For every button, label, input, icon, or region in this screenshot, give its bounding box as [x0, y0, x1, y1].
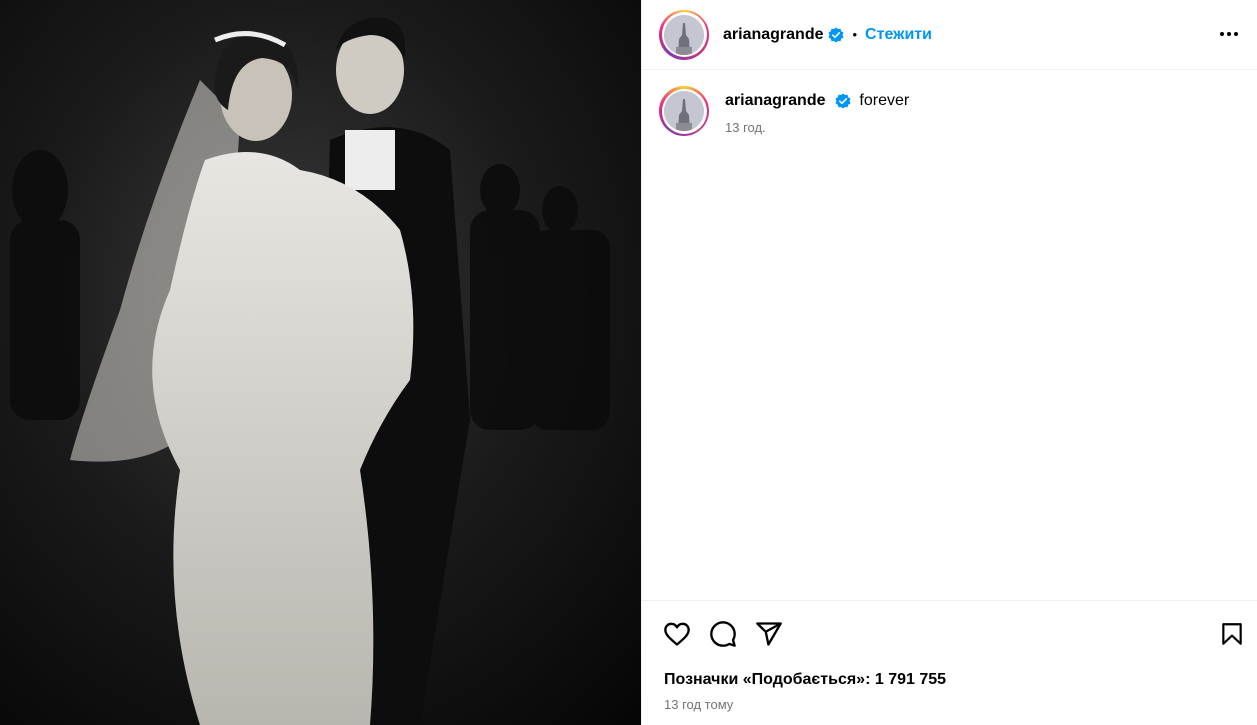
send-icon[interactable] [754, 619, 784, 649]
caption-username[interactable]: arianagrande [725, 92, 825, 109]
likes-count[interactable]: Позначки «Подобається»: 1 791 755 [664, 671, 946, 689]
post-header: arianagrande • Стежити [642, 0, 1257, 70]
header-username[interactable]: arianagrande [723, 26, 823, 44]
caption-block: arianagrande forever 13 год. [659, 86, 909, 136]
verified-badge-icon [828, 27, 844, 43]
avatar-photo-icon [664, 91, 704, 131]
heart-icon[interactable] [662, 619, 692, 649]
avatar-photo-icon [664, 14, 704, 55]
post-side-panel: arianagrande • Стежити arianagrande fore… [641, 0, 1257, 725]
separator-dot: • [852, 27, 858, 42]
follow-button[interactable]: Стежити [865, 26, 932, 44]
comment-icon[interactable] [708, 619, 738, 649]
wedding-photo-image [0, 0, 641, 725]
bookmark-icon[interactable] [1217, 619, 1247, 649]
post-timestamp[interactable]: 13 год тому [664, 697, 733, 712]
action-row [662, 619, 784, 649]
caption-avatar[interactable] [659, 86, 709, 136]
post-photo[interactable] [0, 0, 641, 725]
more-options-icon[interactable] [1215, 22, 1243, 46]
verified-badge-icon [835, 93, 851, 109]
avatar[interactable] [659, 9, 709, 60]
caption-text: forever [859, 92, 910, 109]
actions-section: Позначки «Подобається»: 1 791 755 13 год… [642, 600, 1257, 725]
caption-timestamp[interactable]: 13 год. [725, 120, 909, 135]
